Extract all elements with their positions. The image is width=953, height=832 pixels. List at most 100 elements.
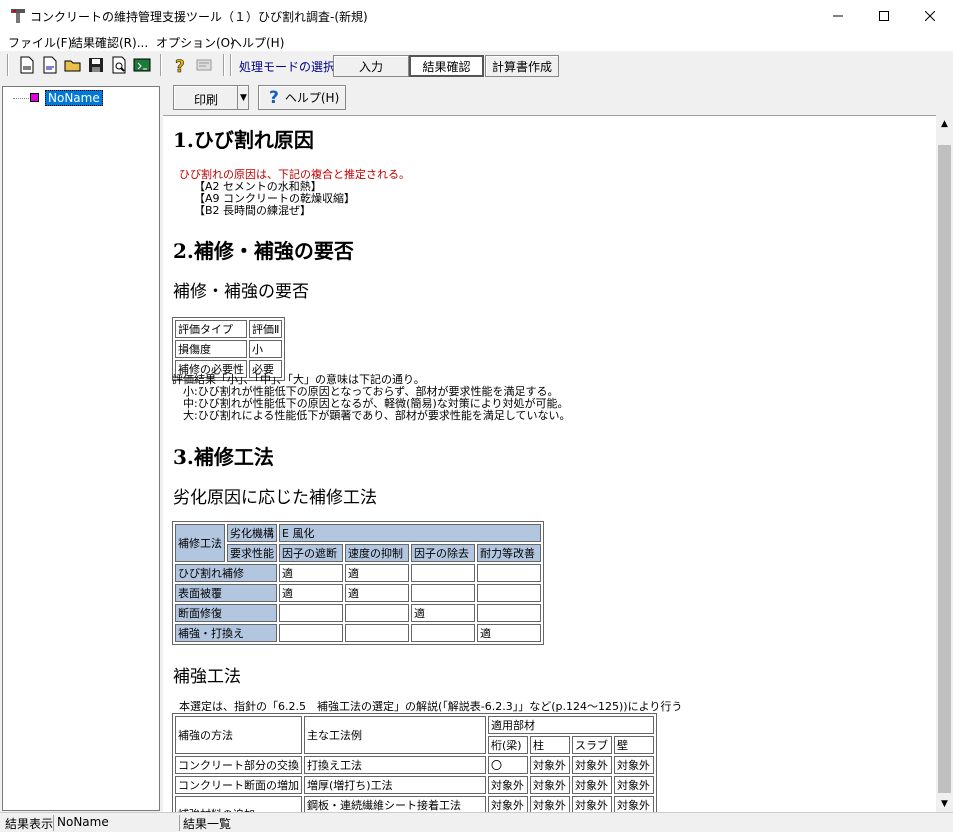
mode-results-button[interactable]: 結果確認 [409, 55, 484, 77]
minimize-icon [833, 15, 843, 17]
open-button[interactable] [63, 55, 83, 75]
table-row-header: ひび割れ補修 [175, 564, 277, 582]
table-cell: 〇 [488, 756, 528, 774]
table-cell: 対象外 [614, 776, 654, 794]
new-file-alt-button[interactable] [40, 55, 60, 75]
table-row: 損傷度小 [175, 340, 283, 358]
scroll-thumb[interactable] [938, 145, 951, 793]
help-button[interactable]: ? [170, 55, 190, 75]
section-1-title: 1.ひび割れ原因 [173, 128, 314, 152]
table-cell: 打換え工法 [304, 756, 486, 774]
save-button[interactable] [86, 55, 106, 75]
table-header: スラブ [572, 736, 612, 754]
section-3-subtitle: 劣化原因に応じた補修工法 [173, 488, 377, 508]
menu-file[interactable]: ファイル(F) [8, 34, 72, 51]
assessment-note: 大:ひび割れによる性能低下が顕著であり、部材が要求性能を満足していない。 [172, 409, 571, 422]
section-3-title: 3.補修工法 [173, 445, 274, 469]
print-button[interactable]: 印刷 ▼ [173, 85, 249, 110]
reinforcement-table: 補強の方法 主な工法例 適用部材 桁(梁) 柱 スラブ 壁 コンクリート部分の交… [172, 713, 657, 812]
table-header: 補強の方法 [175, 716, 302, 754]
toolbar-separator [223, 54, 225, 76]
reinforcement-note: 本選定は、指針の「6.2.5 補強工法の選定」の解説(「解説表-6.2.3」」な… [179, 700, 683, 713]
table-header: 速度の抑制 [345, 544, 409, 562]
question-icon: ? [269, 87, 279, 108]
table-cell: 評価タイプ [175, 320, 247, 338]
table-cell [411, 564, 475, 582]
app-icon [10, 8, 26, 24]
table-header: 因子の除去 [411, 544, 475, 562]
tree-node-icon [30, 93, 39, 102]
table-cell: コンクリート断面の増加 [175, 776, 302, 794]
toolbar-separator [160, 54, 162, 76]
mode-report-button[interactable]: 計算書作成 [485, 55, 559, 77]
table-row: コンクリート部分の交換 打換え工法 〇 対象外 対象外 対象外 [175, 756, 654, 774]
table-cell [411, 584, 475, 602]
toolbar-separator [7, 54, 9, 76]
table-cell [477, 584, 541, 602]
report-view[interactable]: 1.ひび割れ原因 ひび割れの原因は、下記の複合と推定される。 【A2 セメントの… [163, 115, 936, 812]
table-row: 補強材料の追加 鋼板・連続繊維シート接着工法 対象外 対象外 対象外 対象外 [175, 796, 654, 812]
about-button[interactable] [194, 55, 214, 75]
close-button[interactable] [907, 0, 953, 32]
section-2-subtitle: 補修・補強の要否 [173, 282, 309, 302]
table-row: 断面修復 適 [175, 604, 541, 622]
save-icon [89, 58, 103, 72]
status-mode: 結果表示 [2, 815, 54, 831]
status-file: NoName [54, 815, 180, 831]
title-bar: コンクリートの維持管理支援ツール（１）ひび割れ調査-(新規) [0, 0, 953, 32]
table-cell [279, 604, 343, 622]
minimize-button[interactable] [815, 0, 861, 32]
panel-help-button[interactable]: ? ヘルプ(H) [258, 85, 346, 110]
tree-node-noname[interactable]: NoName [45, 90, 103, 106]
table-cell: 適 [477, 624, 541, 642]
tree-view[interactable]: NoName [2, 86, 160, 811]
table-cell [477, 564, 541, 582]
table-header: 壁 [614, 736, 654, 754]
print-preview-icon [112, 56, 126, 74]
table-cell [411, 624, 475, 642]
svg-text:?: ? [175, 57, 185, 74]
question-icon: ? [175, 57, 185, 74]
table-row: 補強の方法 主な工法例 適用部材 [175, 716, 654, 754]
maximize-button[interactable] [861, 0, 907, 32]
table-cell: 対象外 [488, 776, 528, 794]
table-row: 評価タイプ 評価Ⅱ [175, 320, 283, 338]
table-cell: 対象外 [572, 756, 612, 774]
table-cell: 対象外 [572, 796, 612, 812]
preview-button[interactable] [109, 55, 129, 75]
mode-input-button[interactable]: 入力 [333, 55, 409, 77]
open-folder-icon [64, 60, 81, 72]
table-corner: 補修工法 [175, 524, 225, 562]
table-cell: 対象外 [614, 756, 654, 774]
toolbar: ? 処理モードの選択 入力 結果確認 計算書作成 [0, 51, 953, 80]
table-cell [279, 624, 343, 642]
table-row-header: 断面修復 [175, 604, 277, 622]
export-button[interactable] [132, 55, 152, 75]
table-cell [345, 624, 409, 642]
repair-method-table: 補修工法 劣化機構 E 風化 要求性能 因子の遮断 速度の抑制 因子の除去 耐力… [172, 521, 544, 645]
triangle-down-icon: ▼ [240, 92, 247, 103]
menu-help[interactable]: ヘルプ(H) [230, 34, 284, 51]
table-row-header: 補強・打換え [175, 624, 277, 642]
menu-results[interactable]: 結果確認(R)... [71, 34, 148, 51]
menu-options[interactable]: オプション(O) [156, 34, 235, 51]
mode-label: 処理モードの選択 [239, 60, 336, 74]
scroll-up-button[interactable]: ▲ [936, 115, 953, 132]
table-header: 桁(梁) [488, 736, 528, 754]
new-document-alt-icon [43, 56, 57, 74]
maximize-icon [879, 11, 889, 21]
triangle-down-icon: ▼ [941, 798, 948, 809]
table-cell: 対象外 [614, 796, 654, 812]
vertical-scrollbar[interactable]: ▲ ▼ [936, 115, 953, 812]
print-dropdown[interactable]: ▼ [237, 86, 249, 109]
table-cell: 補強材料の追加 [175, 796, 302, 812]
table-cell: 対象外 [530, 796, 570, 812]
new-file-button[interactable] [17, 55, 37, 75]
table-cell: 適 [279, 564, 343, 582]
table-header: 要求性能 [227, 544, 277, 562]
new-document-icon [20, 56, 34, 74]
scroll-down-button[interactable]: ▼ [936, 795, 953, 812]
table-header: 柱 [530, 736, 570, 754]
info-card-icon [196, 59, 212, 71]
table-row: 補修工法 劣化機構 E 風化 [175, 524, 541, 562]
